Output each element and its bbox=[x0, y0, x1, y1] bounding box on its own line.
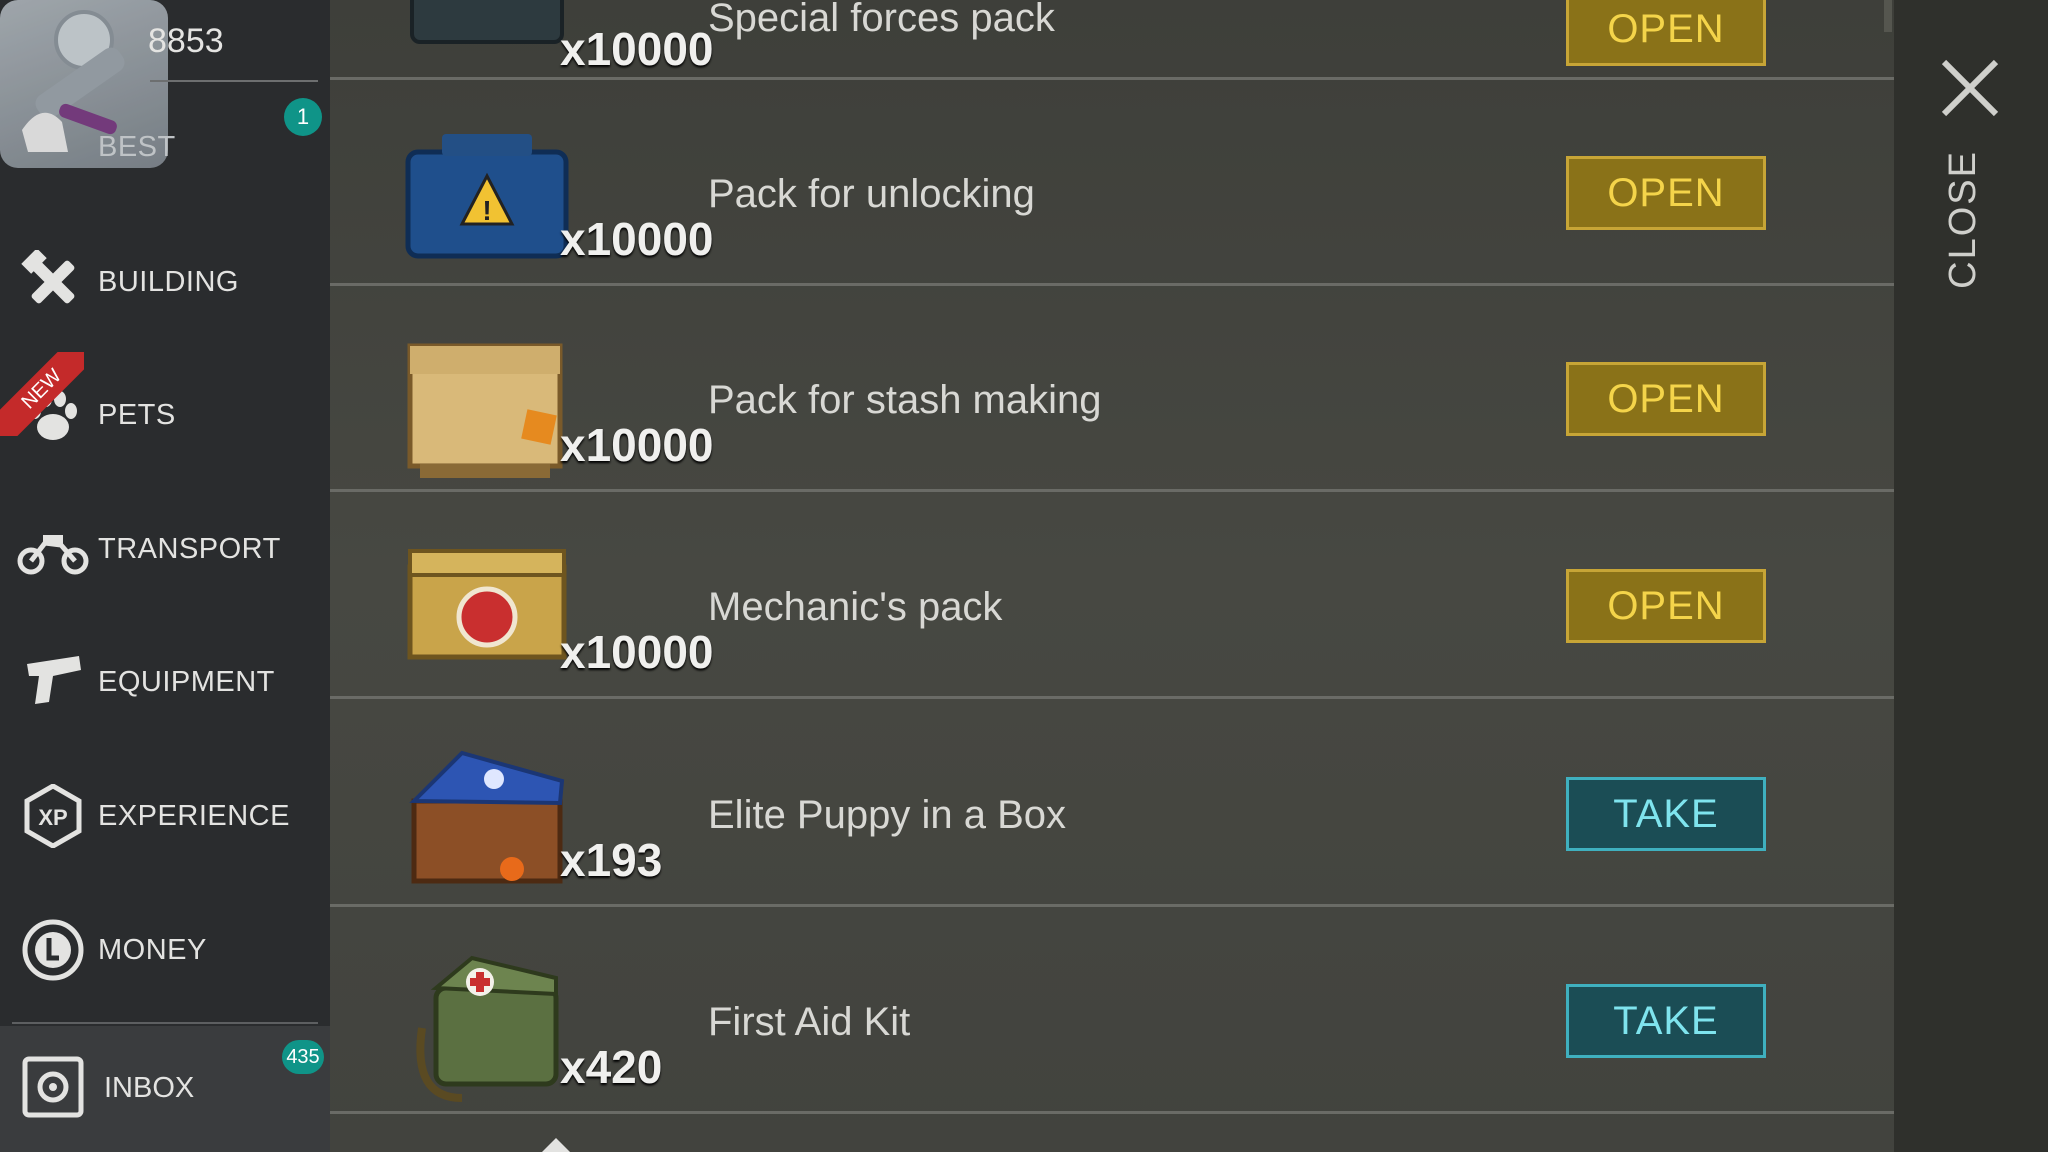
row-divider bbox=[330, 489, 1894, 492]
sidebar-item-label: BEST bbox=[98, 130, 176, 163]
sidebar-item-label: BUILDING bbox=[98, 265, 239, 298]
sidebar-item-money[interactable]: MONEY bbox=[0, 895, 330, 1005]
inbox-icon bbox=[22, 1056, 84, 1118]
item-name: Pack for unlocking bbox=[708, 172, 1035, 216]
list-item: ! x10000 Pack for unlocking OPEN bbox=[330, 80, 1894, 286]
sidebar-item-label: INBOX bbox=[104, 1072, 195, 1104]
row-divider bbox=[330, 696, 1894, 699]
hand-icon bbox=[16, 110, 90, 184]
item-name: Special forces pack bbox=[708, 0, 1055, 40]
new-ribbon: NEW bbox=[0, 352, 84, 436]
item-quantity: x10000 bbox=[560, 419, 714, 471]
open-button[interactable]: OPEN bbox=[1566, 0, 1766, 66]
list-item: x420 First Aid Kit TAKE bbox=[330, 908, 1894, 1114]
sidebar-item-equipment[interactable]: EQUIPMENT bbox=[0, 627, 330, 737]
mechanic-crate-icon bbox=[402, 537, 572, 687]
list-item: x193 Elite Puppy in a Box TAKE bbox=[330, 701, 1894, 907]
pack-list[interactable]: x10000 Special forces pack OPEN ! x10000… bbox=[330, 0, 1894, 1152]
hammer-wrench-icon bbox=[16, 245, 90, 319]
motorcycle-icon bbox=[16, 512, 90, 586]
divider bbox=[12, 1022, 318, 1024]
pistol-icon bbox=[16, 645, 90, 719]
item-quantity: x193 bbox=[560, 834, 663, 886]
take-button[interactable]: TAKE bbox=[1566, 777, 1766, 851]
coin-icon bbox=[16, 913, 90, 987]
open-button[interactable]: OPEN bbox=[1566, 156, 1766, 230]
item-name: First Aid Kit bbox=[708, 1000, 911, 1044]
row-divider bbox=[330, 904, 1894, 907]
sidebar-item-label: EXPERIENCE bbox=[98, 799, 290, 832]
up-arrow-icon bbox=[542, 1138, 570, 1152]
list-item: x10000 Pack for stash making OPEN bbox=[330, 286, 1894, 492]
item-quantity: x10000 bbox=[560, 23, 714, 75]
sidebar-item-building[interactable]: BUILDING bbox=[0, 227, 330, 337]
special-forces-crate-icon bbox=[402, 0, 572, 52]
furniture-crate-icon bbox=[402, 316, 572, 478]
take-button[interactable]: TAKE bbox=[1566, 984, 1766, 1058]
list-item: x10000 Special forces pack OPEN bbox=[330, 0, 1894, 80]
sidebar-item-label: MONEY bbox=[98, 933, 207, 966]
xp-icon: XP bbox=[16, 779, 90, 853]
item-name: Mechanic's pack bbox=[708, 585, 1003, 629]
svg-text:XP: XP bbox=[38, 805, 67, 830]
item-name: Elite Puppy in a Box bbox=[708, 793, 1066, 837]
scrollbar[interactable] bbox=[1884, 0, 1892, 32]
sidebar-item-best[interactable]: BEST bbox=[0, 92, 330, 202]
svg-text:!: ! bbox=[482, 195, 491, 226]
sidebar: 8853 1 BEST BUILDING PETS NEW TRANSPORT … bbox=[0, 0, 330, 1152]
puppy-basket-icon bbox=[402, 741, 572, 891]
item-quantity: x10000 bbox=[560, 213, 714, 265]
sidebar-item-label: EQUIPMENT bbox=[98, 665, 275, 698]
coin-count: 8853 bbox=[148, 22, 224, 60]
sidebar-item-experience[interactable]: XP EXPERIENCE bbox=[0, 761, 330, 871]
sidebar-item-label: PETS bbox=[98, 398, 176, 431]
first-aid-bag-icon bbox=[402, 948, 572, 1102]
inbox-count-badge: 435 bbox=[282, 1040, 324, 1074]
item-name: Pack for stash making bbox=[708, 378, 1102, 422]
item-quantity: x10000 bbox=[560, 626, 714, 678]
sidebar-item-transport[interactable]: TRANSPORT bbox=[0, 494, 330, 604]
item-quantity: x420 bbox=[560, 1041, 663, 1093]
close-icon[interactable] bbox=[1938, 56, 2002, 120]
sidebar-item-inbox[interactable]: INBOX 435 bbox=[0, 1026, 330, 1152]
list-item: x10000 Mechanic's pack OPEN bbox=[330, 493, 1894, 699]
open-button[interactable]: OPEN bbox=[1566, 362, 1766, 436]
close-panel[interactable]: CLOSE bbox=[1894, 0, 2048, 1152]
open-button[interactable]: OPEN bbox=[1566, 569, 1766, 643]
divider bbox=[150, 80, 318, 82]
sidebar-item-label: TRANSPORT bbox=[98, 532, 281, 565]
blue-warning-crate-icon: ! bbox=[402, 124, 572, 274]
close-button[interactable]: CLOSE bbox=[1942, 150, 1985, 289]
row-divider bbox=[330, 1111, 1894, 1114]
